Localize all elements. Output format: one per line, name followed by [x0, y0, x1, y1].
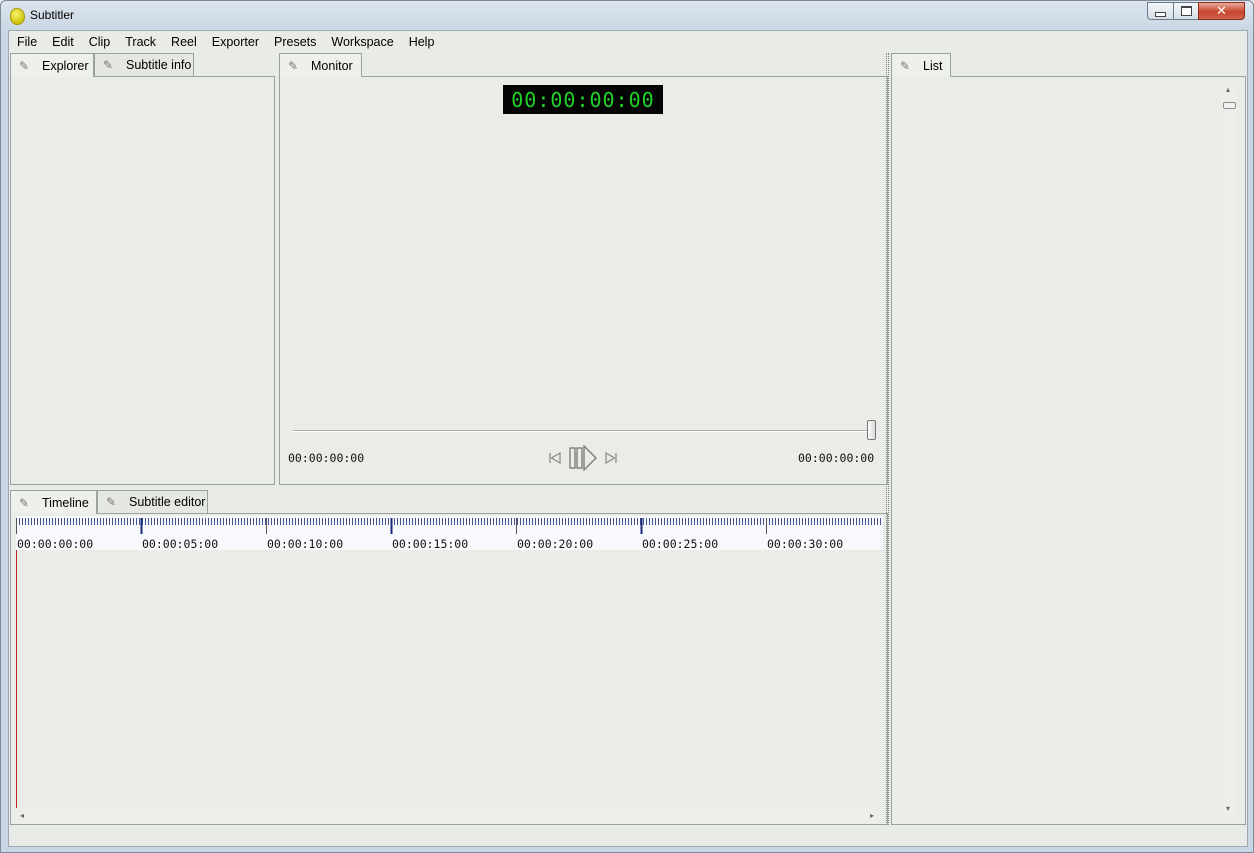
tab-subtitle-editor[interactable]: ✎ Subtitle editor [97, 490, 208, 513]
left-tabstrip: ✎ Explorer ✎ Subtitle info [9, 53, 279, 77]
tab-monitor[interactable]: ✎ Monitor [279, 53, 362, 77]
ruler-label: 00:00:20:00 [517, 537, 594, 550]
maximize-icon [1180, 6, 1192, 16]
wrench-icon: ✎ [103, 58, 114, 72]
tab-list-label: List [923, 58, 943, 73]
next-button[interactable] [602, 445, 620, 471]
timeline-panel: 00:00:00:00 00:00:05:00 00:00:10:00 00:0… [10, 513, 888, 825]
monitor-tabstrip: ✎ Monitor [278, 53, 378, 77]
status-bar [9, 825, 1247, 846]
seek-bar[interactable] [293, 430, 871, 432]
menu-track[interactable]: Track [117, 31, 163, 53]
vertical-splitter[interactable] [886, 53, 889, 825]
app-icon [10, 8, 25, 25]
wrench-icon: ✎ [19, 58, 30, 73]
ruler-label: 00:00:30:00 [767, 537, 844, 550]
play-pause-icon [569, 445, 597, 471]
app-window: Subtitler ✕ File Edit Clip Track Reel Ex… [0, 0, 1254, 853]
timeline-ruler[interactable]: 00:00:00:00 00:00:05:00 00:00:10:00 00:0… [16, 516, 883, 550]
seek-thumb[interactable] [867, 420, 876, 440]
client-area: File Edit Clip Track Reel Exporter Prese… [8, 30, 1248, 847]
tab-timeline-label: Timeline [42, 495, 89, 510]
menu-presets[interactable]: Presets [266, 31, 323, 53]
ruler-label: 00:00:00:00 [17, 537, 94, 550]
timeline-horizontal-scrollbar[interactable]: ◂ ▸ [16, 808, 883, 824]
list-vertical-scrollbar[interactable]: ▴ ▾ [1222, 85, 1237, 818]
list-tabstrip: ✎ List [890, 53, 990, 77]
wrench-icon: ✎ [106, 495, 117, 509]
tab-monitor-label: Monitor [311, 58, 353, 73]
tab-list[interactable]: ✎ List [891, 53, 951, 77]
wrench-icon: ✎ [288, 58, 299, 73]
tab-subtitle-info[interactable]: ✎ Subtitle info [94, 53, 194, 76]
menu-help[interactable]: Help [401, 31, 442, 53]
menu-exporter[interactable]: Exporter [204, 31, 266, 53]
tab-explorer-label: Explorer [42, 58, 89, 73]
menu-edit[interactable]: Edit [44, 31, 81, 53]
tab-explorer[interactable]: ✎ Explorer [10, 53, 94, 77]
end-timecode: 00:00:00:00 [798, 451, 875, 465]
start-timecode: 00:00:00:00 [288, 451, 365, 465]
ruler-label: 00:00:10:00 [267, 537, 344, 550]
menu-reel[interactable]: Reel [163, 31, 204, 53]
menu-clip[interactable]: Clip [81, 31, 118, 53]
window-title: Subtitler [30, 8, 75, 22]
menu-workspace[interactable]: Workspace [323, 31, 400, 53]
tab-timeline[interactable]: ✎ Timeline [10, 490, 97, 514]
minimize-icon [1155, 11, 1166, 17]
tab-subtitle-info-label: Subtitle info [126, 58, 192, 72]
skip-forward-icon [605, 451, 617, 465]
timeline-playhead[interactable] [16, 550, 17, 809]
maximize-button[interactable] [1173, 2, 1199, 20]
ruler-label: 00:00:05:00 [142, 537, 219, 550]
scroll-left-icon[interactable]: ◂ [20, 811, 24, 820]
scroll-down-icon[interactable]: ▾ [1226, 804, 1230, 813]
tab-subtitle-editor-label: Subtitle editor [129, 495, 206, 509]
play-pause-button[interactable] [568, 445, 598, 471]
skip-back-icon [549, 451, 561, 465]
ruler-label: 00:00:25:00 [642, 537, 719, 550]
list-panel: ▴ ▾ [891, 76, 1246, 825]
menu-file[interactable]: File [9, 31, 44, 53]
monitor-panel: 00:00:00:00 00:00:00:00 00:00:00:00 [279, 76, 888, 485]
title-bar[interactable]: Subtitler ✕ [1, 1, 1253, 30]
bottom-tabstrip: ✎ Timeline ✎ Subtitle editor [9, 490, 309, 514]
previous-button[interactable] [546, 445, 564, 471]
minimize-button[interactable] [1147, 2, 1174, 20]
close-button[interactable]: ✕ [1198, 2, 1245, 20]
menu-bar: File Edit Clip Track Reel Exporter Prese… [9, 31, 1247, 53]
monitor-timecode: 00:00:00:00 [503, 85, 663, 114]
close-icon: ✕ [1216, 3, 1227, 18]
ruler-label: 00:00:15:00 [392, 537, 469, 550]
scroll-thumb[interactable] [1223, 102, 1236, 109]
wrench-icon: ✎ [900, 58, 911, 73]
explorer-panel [10, 76, 275, 485]
scroll-right-icon[interactable]: ▸ [870, 811, 874, 820]
scroll-up-icon[interactable]: ▴ [1226, 85, 1230, 94]
wrench-icon: ✎ [19, 495, 30, 510]
